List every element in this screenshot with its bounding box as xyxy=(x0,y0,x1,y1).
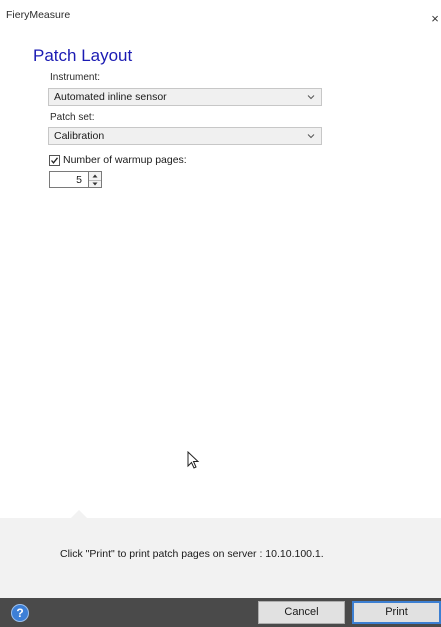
warmup-pages-input[interactable]: 5 xyxy=(49,171,89,188)
spin-down-icon[interactable] xyxy=(89,180,101,188)
patch-set-value: Calibration xyxy=(54,130,105,142)
warmup-checkbox[interactable] xyxy=(49,155,60,166)
warmup-label[interactable]: Number of warmup pages: xyxy=(63,154,187,166)
close-icon[interactable]: × xyxy=(429,12,441,26)
checkmark-icon xyxy=(51,157,59,164)
chevron-down-icon xyxy=(307,134,315,139)
help-icon[interactable]: ? xyxy=(11,604,29,622)
patch-set-dropdown[interactable]: Calibration xyxy=(48,127,322,145)
window-title: FieryMeasure xyxy=(6,9,71,21)
instrument-dropdown[interactable]: Automated inline sensor xyxy=(48,88,322,106)
instrument-label: Instrument: xyxy=(50,72,101,83)
print-button[interactable]: Print xyxy=(352,601,441,624)
cancel-button[interactable]: Cancel xyxy=(258,601,345,624)
patch-set-label: Patch set: xyxy=(50,112,95,123)
chevron-down-icon xyxy=(307,95,315,100)
fierymeasure-window: FieryMeasure × Patch Layout Instrument: … xyxy=(0,0,441,627)
page-title: Patch Layout xyxy=(33,46,133,65)
info-message: Click "Print" to print patch pages on se… xyxy=(60,548,324,560)
instrument-value: Automated inline sensor xyxy=(54,91,167,103)
mouse-cursor-icon xyxy=(187,451,200,469)
title-bar: FieryMeasure × xyxy=(0,0,441,40)
warmup-pages-stepper[interactable] xyxy=(89,171,102,188)
warmup-pages-value: 5 xyxy=(76,174,82,186)
